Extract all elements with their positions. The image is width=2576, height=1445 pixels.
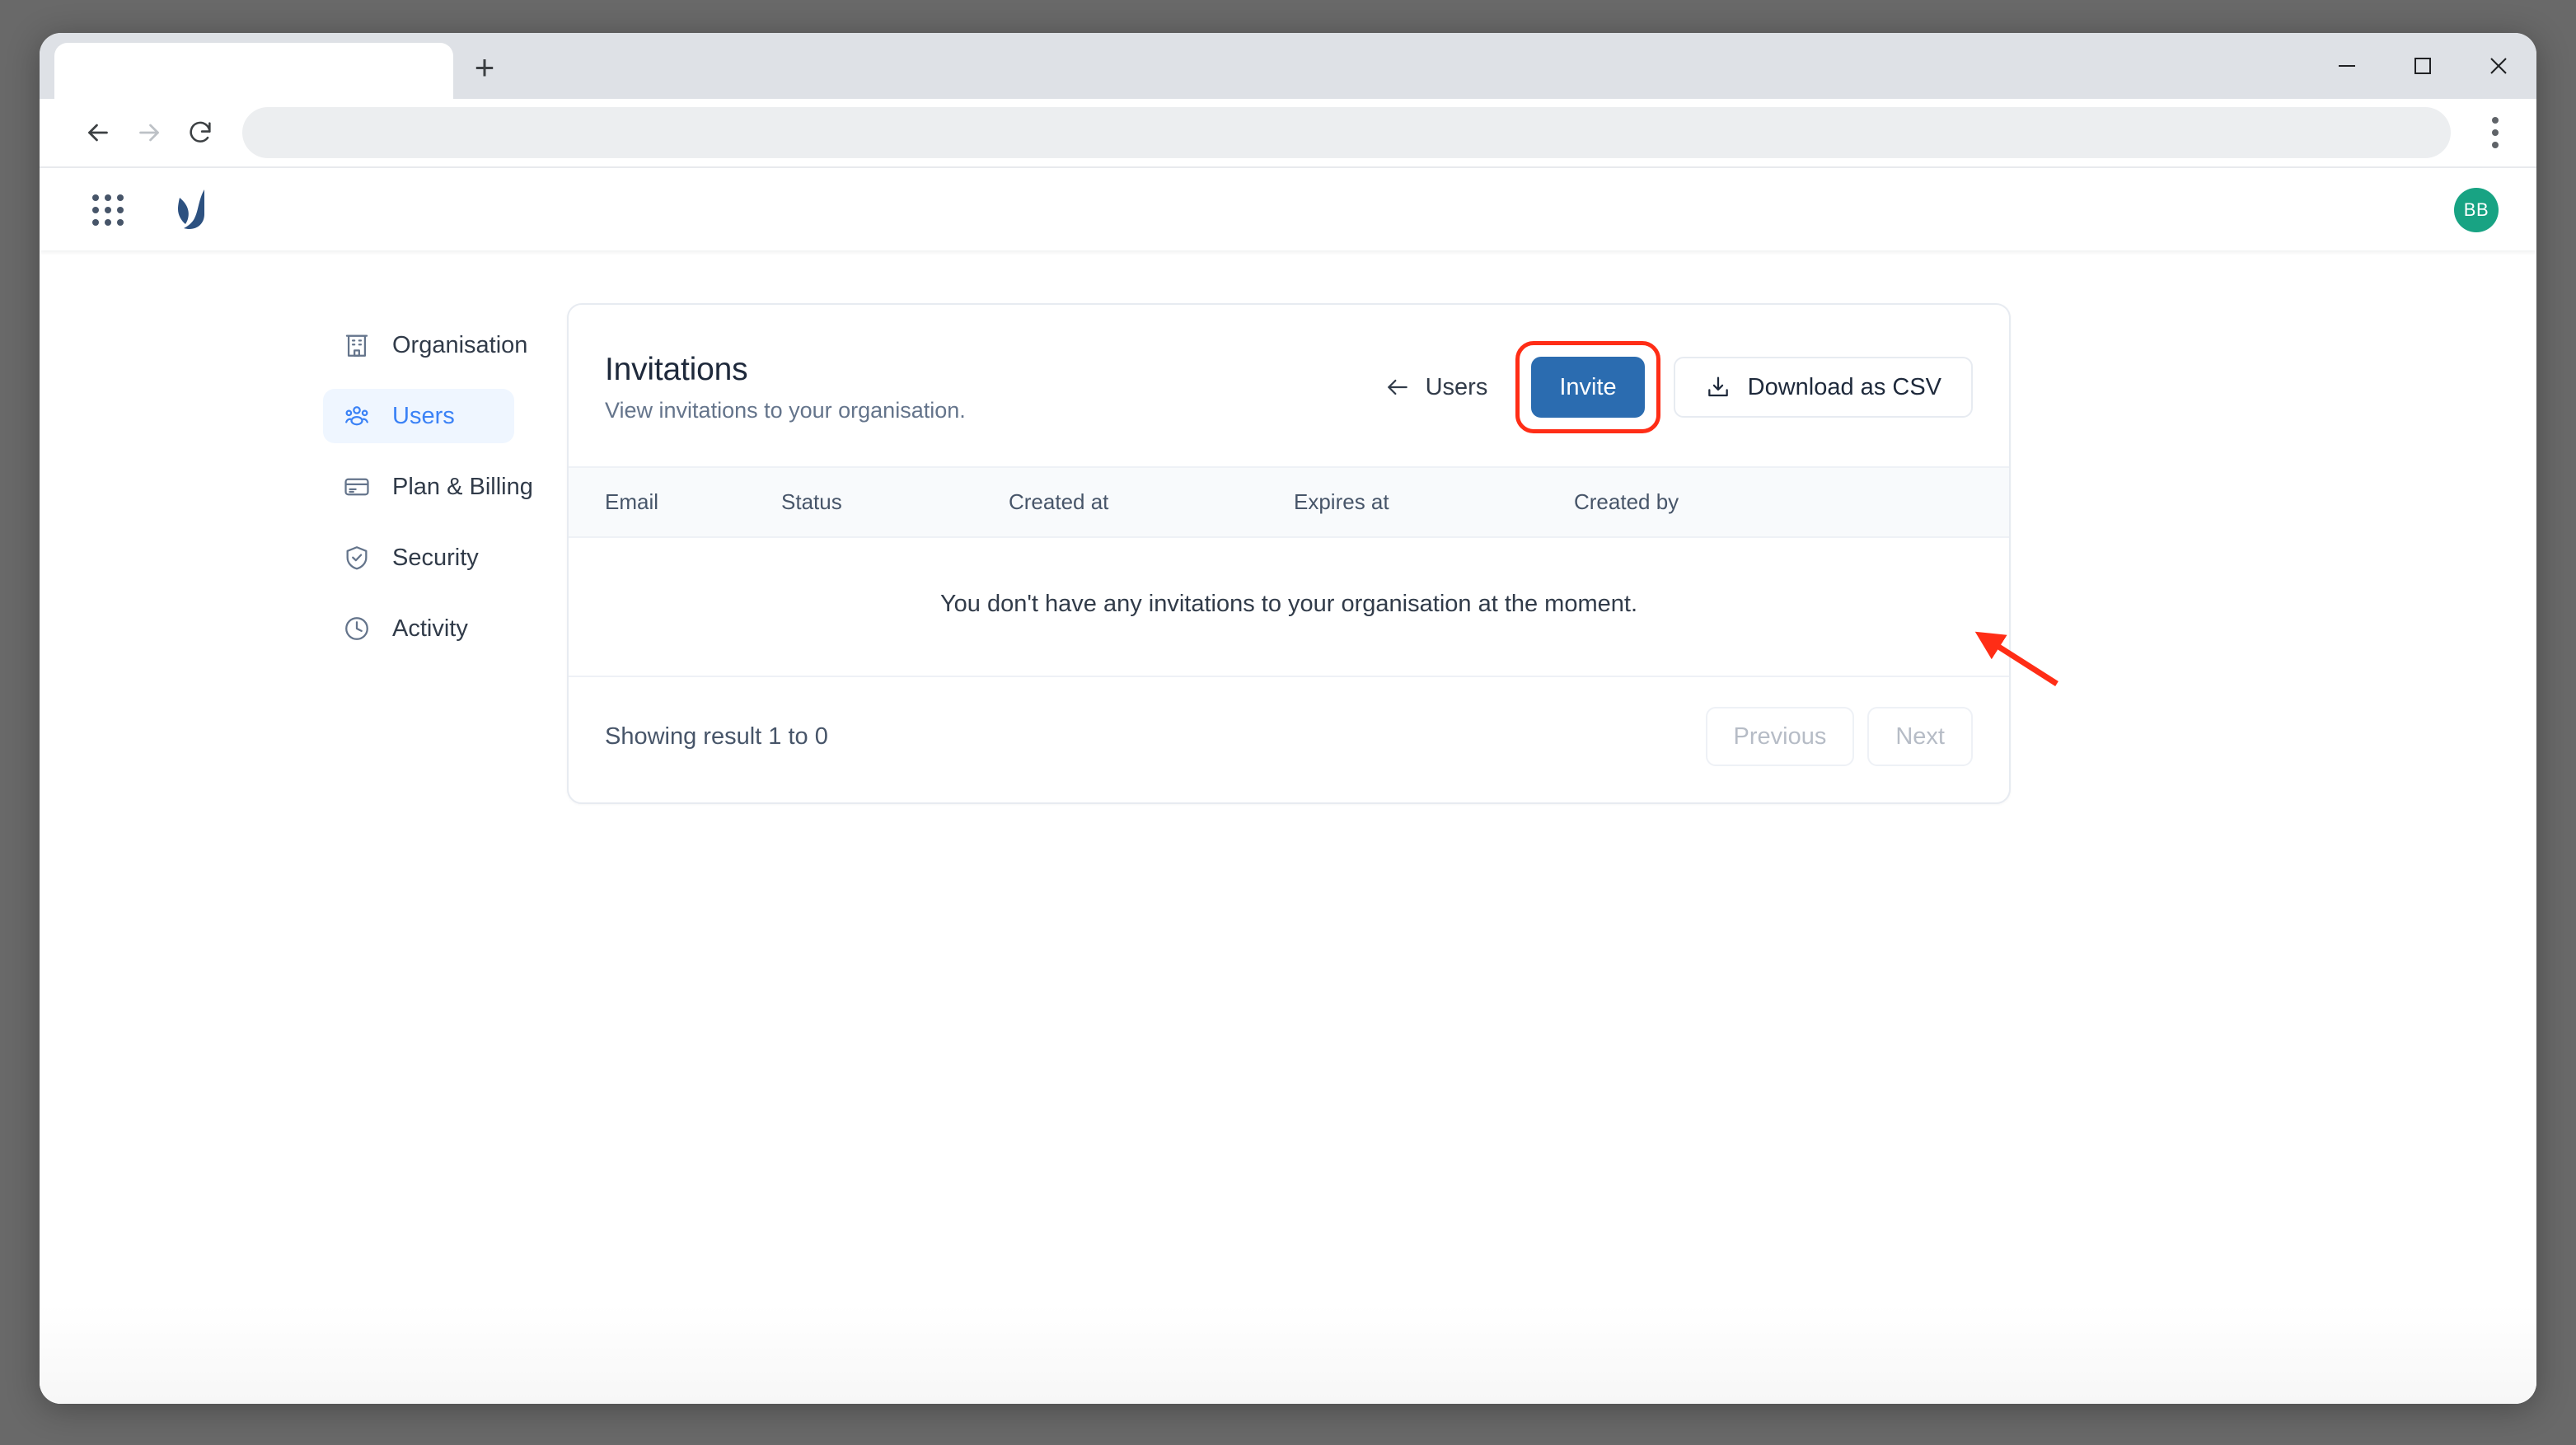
browser-forward-button[interactable] [124,107,175,158]
grid-dot [117,207,124,213]
table-empty-row: You don't have any invitations to your o… [569,537,2009,676]
column-header-expires-at[interactable]: Expires at [1294,467,1574,537]
page-title: Invitations [605,352,966,388]
user-avatar[interactable]: BB [2454,188,2499,232]
users-icon [343,402,371,430]
column-header-email[interactable]: Email [569,467,781,537]
column-header-status[interactable]: Status [781,467,1009,537]
new-tab-plus-icon: + [475,50,495,85]
menu-dot [2492,142,2499,148]
pagination-controls: Previous Next [1706,707,1973,766]
next-page-button[interactable]: Next [1867,707,1973,766]
window-close-button[interactable] [2461,33,2536,99]
sidebar-item-label: Organisation [392,332,527,359]
download-csv-button[interactable]: Download as CSV [1674,357,1973,418]
back-to-users-label: Users [1426,374,1488,401]
browser-toolbar [40,99,2536,168]
sidebar-item-organisation[interactable]: Organisation [323,318,514,372]
grid-dot [105,194,111,201]
table-head: Email Status Created at Expires at Creat… [569,467,2009,537]
table-header-row: Email Status Created at Expires at Creat… [569,467,2009,537]
close-icon [2488,55,2509,77]
shield-check-icon [343,544,371,572]
table-footer: Showing result 1 to 0 Previous Next [569,677,2009,802]
main-panel: Invitations View invitations to your org… [567,303,2536,1404]
invitations-table: Email Status Created at Expires at Creat… [569,466,2009,677]
arrow-right-icon [134,118,164,147]
menu-dot [2492,129,2499,136]
avatar-initials: BB [2464,199,2489,221]
grid-dot [92,219,99,226]
settings-sidebar: Organisation Users [40,303,567,1404]
column-header-created-at[interactable]: Created at [1009,467,1294,537]
sidebar-item-label: Activity [392,615,468,643]
arrow-left-icon [1384,374,1411,400]
card-actions: Users Invite Do [1384,341,1973,433]
grid-dot [105,219,111,226]
browser-back-button[interactable] [73,107,124,158]
new-tab-button[interactable]: + [453,43,516,99]
sidebar-item-users[interactable]: Users [323,389,514,443]
browser-tab[interactable] [54,43,453,99]
window-minimize-button[interactable] [2309,33,2385,99]
content-area: Organisation Users [40,250,2536,1404]
browser-tab-strip: + [40,33,2536,99]
card-titles: Invitations View invitations to your org… [605,352,966,423]
previous-page-button[interactable]: Previous [1706,707,1855,766]
table-body: You don't have any invitations to your o… [569,537,2009,676]
grid-dot [92,194,99,201]
invite-button[interactable]: Invite [1531,357,1644,418]
download-csv-label: Download as CSV [1748,374,1941,401]
building-icon [343,331,371,359]
page-viewport: BB Organisation [40,170,2536,1404]
maximize-icon [2412,55,2433,77]
arrow-left-icon [83,118,113,147]
sidebar-item-label: Plan & Billing [392,474,533,501]
credit-card-icon [343,473,371,501]
address-bar[interactable] [242,107,2451,158]
brand-logo[interactable] [171,186,211,234]
back-to-users-link[interactable]: Users [1384,374,1488,401]
clock-icon [343,615,371,643]
sidebar-item-activity[interactable]: Activity [323,601,514,656]
browser-reload-button[interactable] [175,107,226,158]
sidebar-item-label: Users [392,403,455,430]
grid-dot [92,207,99,213]
grid-dot [117,219,124,226]
invitations-card: Invitations View invitations to your org… [567,303,2011,804]
empty-state-message: You don't have any invitations to your o… [569,537,2009,676]
sidebar-item-label: Security [392,545,479,572]
apps-grid-icon[interactable] [92,194,124,226]
page-subtitle: View invitations to your organisation. [605,398,966,423]
download-icon [1705,374,1731,400]
browser-window: + [40,33,2536,1404]
invite-button-highlight: Invite [1515,341,1660,433]
window-maximize-button[interactable] [2385,33,2461,99]
result-count: Showing result 1 to 0 [605,723,828,751]
menu-dot [2492,117,2499,124]
window-controls [2309,33,2536,99]
grid-dot [117,194,124,201]
grid-dot [105,207,111,213]
leaf-logo-icon [171,186,211,234]
sidebar-item-plan-billing[interactable]: Plan & Billing [323,460,514,514]
app-header: BB [40,170,2536,250]
column-header-created-by[interactable]: Created by [1574,467,2009,537]
browser-menu-button[interactable] [2472,107,2518,158]
card-header: Invitations View invitations to your org… [569,305,2009,466]
minimize-icon [2336,55,2358,77]
reload-icon [186,119,214,147]
sidebar-item-security[interactable]: Security [323,531,514,585]
